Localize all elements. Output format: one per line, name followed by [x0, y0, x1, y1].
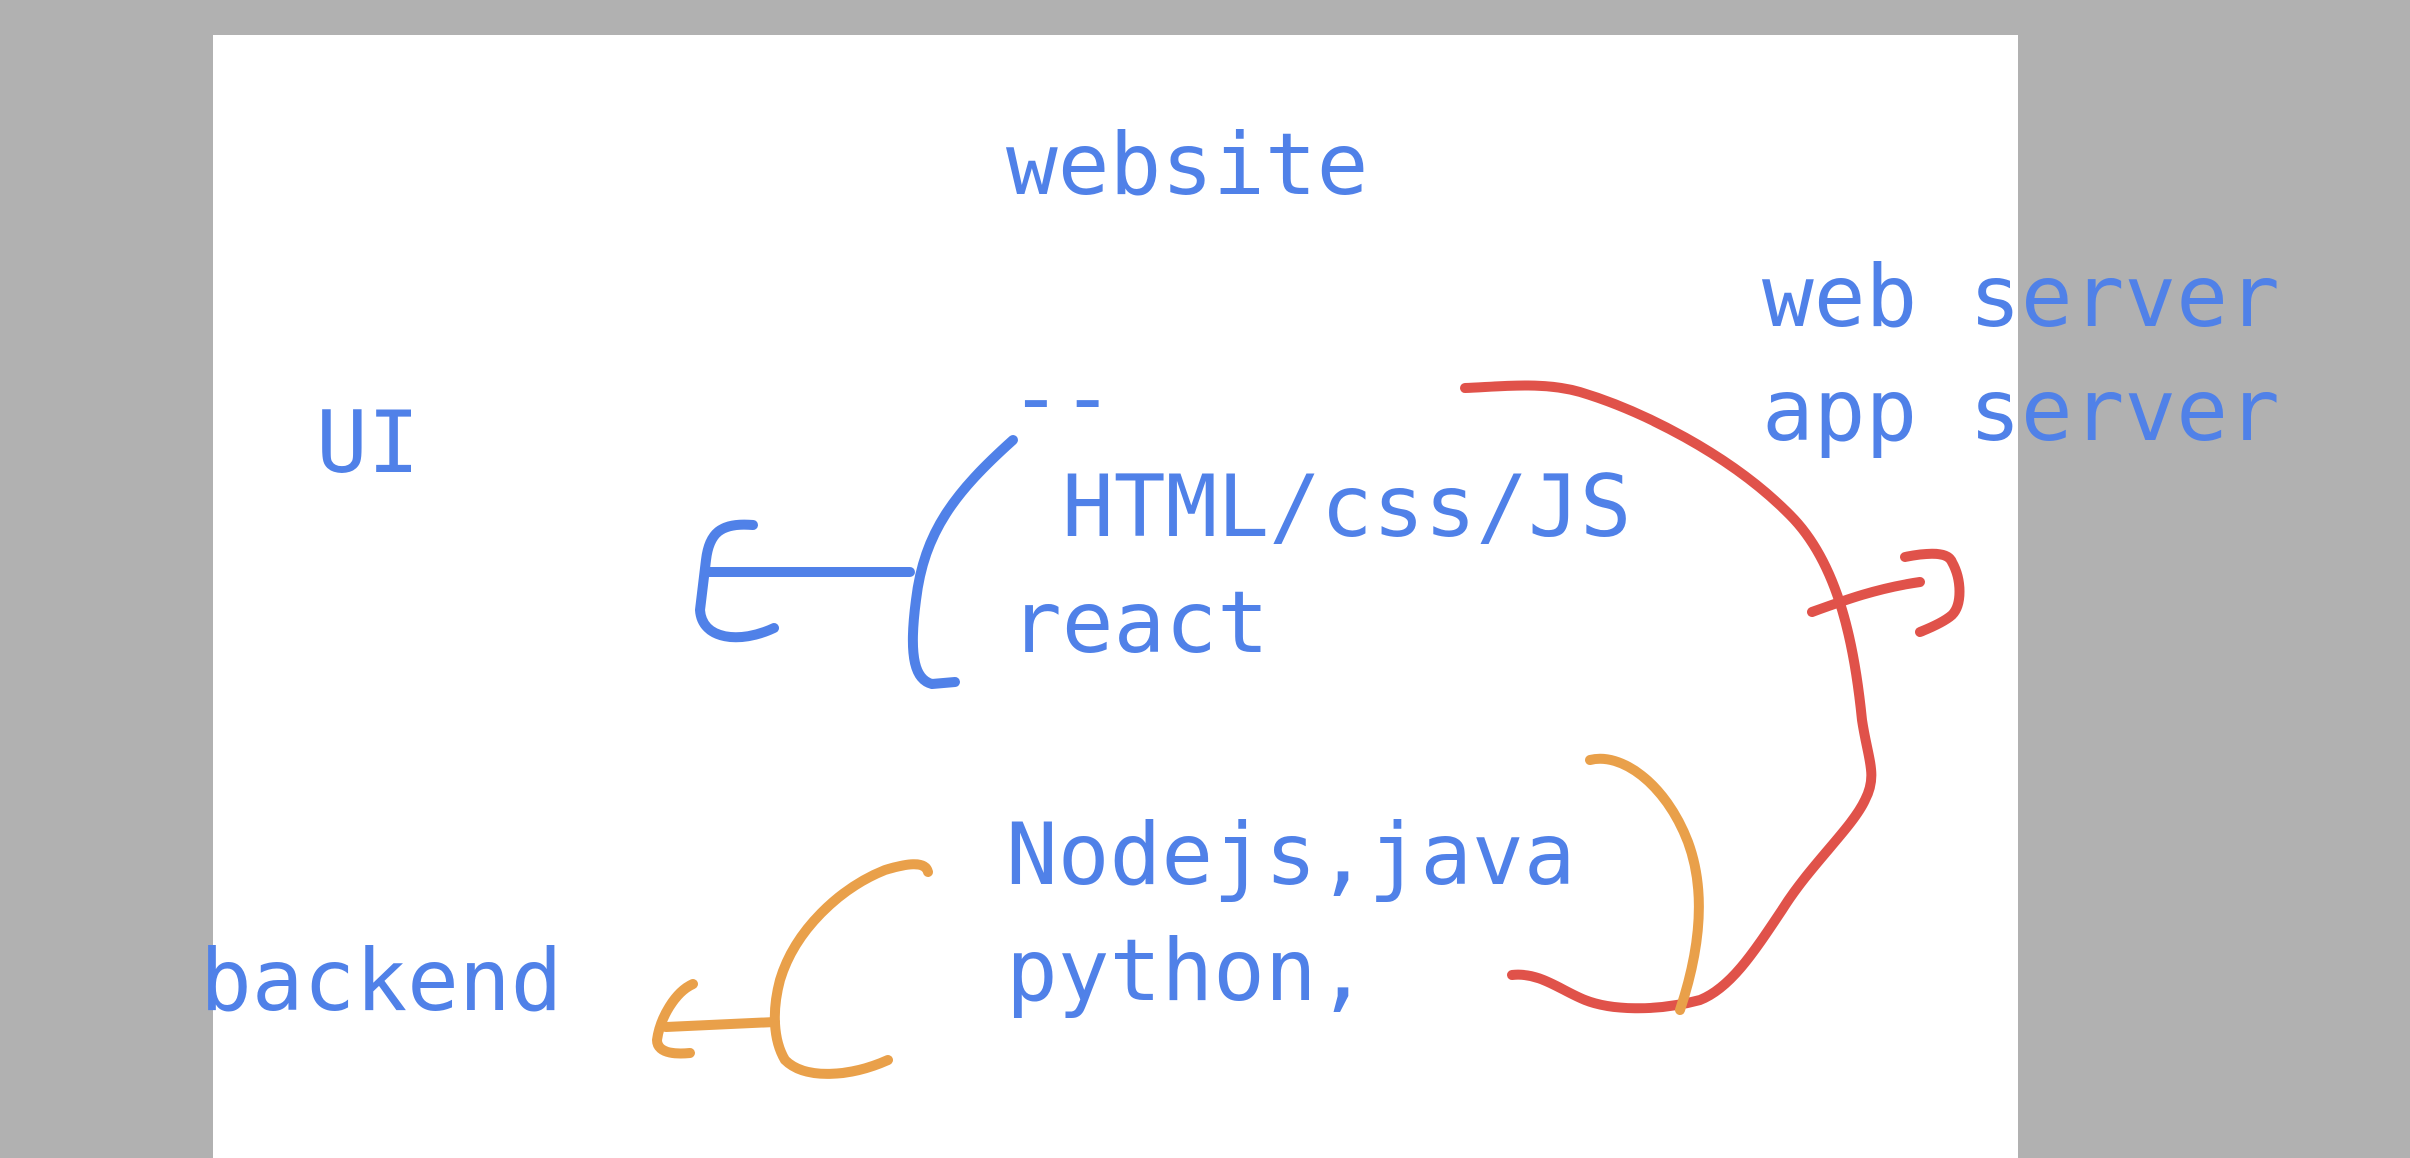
server-type-line1: web server — [1762, 247, 2280, 347]
dash-mark: -- — [1010, 348, 1114, 448]
frontend-tech-line2: react — [1010, 573, 1269, 673]
frontend-tech-line1: HTML/css/JS — [1062, 457, 1632, 557]
backend-tech-line1: Nodejs,java — [1006, 805, 1576, 905]
title-website: website — [1006, 115, 1369, 215]
server-type-line2: app server — [1762, 361, 2280, 461]
backend-label: backend — [200, 931, 563, 1031]
backend-tech-line2: python, — [1006, 921, 1369, 1021]
ui-label: UI — [316, 393, 420, 493]
